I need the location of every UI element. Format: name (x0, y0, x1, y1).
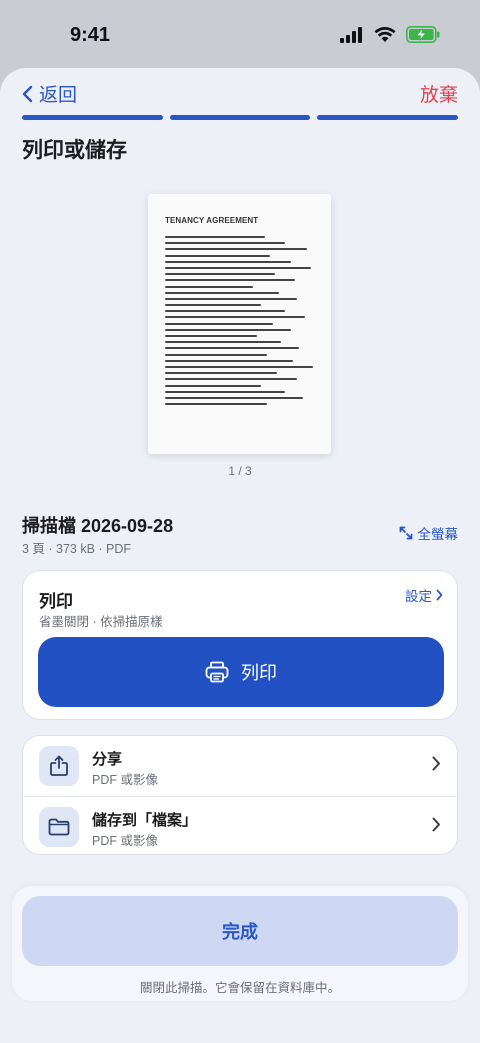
document-text-line (165, 359, 293, 362)
document-text-line (165, 378, 297, 381)
save-to-files-row[interactable]: 儲存到「檔案」 PDF 或影像 (23, 796, 457, 856)
printer-icon (205, 661, 229, 683)
print-card-subtitle: 省墨關閉 · 依掃描原樣 (39, 615, 163, 629)
settings-label: 設定 (405, 589, 432, 604)
done-note: 關閉此掃描。它會保留在資料庫中。 (139, 981, 340, 995)
page-indicator: 1 / 3 (228, 464, 252, 478)
bottom-panel: 完成 關閉此掃描。它會保留在資料庫中。 (12, 886, 468, 1001)
print-card: 列印 省墨關閉 · 依掃描原樣 設定 列印 (22, 570, 458, 720)
document-text-line (165, 390, 285, 393)
cellular-signal-icon (340, 26, 362, 43)
expand-icon (399, 526, 412, 540)
document-text-line (165, 279, 295, 282)
document-text-line (165, 396, 303, 399)
document-text-line (165, 266, 311, 269)
file-meta: 3 頁 · 373 kB · PDF (22, 542, 132, 556)
document-text-line (165, 372, 277, 375)
document-text-line (165, 335, 257, 337)
print-settings-button[interactable]: 設定 (405, 585, 443, 605)
fullscreen-label: 全螢幕 (417, 527, 459, 542)
scan-sheet: 返回 放棄 列印或儲存 TENANCY AGREEMENT 1 / 3 掃描檔 … (0, 68, 480, 1043)
document-title: TENANCY AGREEMENT (165, 216, 259, 225)
document-preview[interactable]: TENANCY AGREEMENT (148, 194, 331, 454)
done-button[interactable]: 完成 (22, 896, 458, 966)
print-button[interactable]: 列印 (38, 637, 444, 707)
document-text-line (165, 403, 267, 406)
nav-bar: 返回 放棄 (0, 80, 480, 110)
document-text-line (165, 304, 261, 307)
share-icon-tile (39, 746, 79, 786)
share-title: 分享 (92, 751, 123, 768)
document-text-line (165, 254, 270, 257)
back-button[interactable]: 返回 (22, 80, 77, 107)
document-text-line (165, 260, 291, 263)
step-indicator (169, 115, 311, 120)
document-text-line (165, 291, 279, 294)
share-row[interactable]: 分享 PDF 或影像 (23, 736, 457, 796)
actions-card: 分享 PDF 或影像 儲存到「檔案」 PDF 或影像 (22, 735, 458, 855)
chevron-right-icon (432, 817, 440, 832)
document-text-line (165, 310, 285, 313)
back-label: 返回 (39, 85, 78, 106)
save-to-files-title: 儲存到「檔案」 (92, 812, 198, 829)
wifi-icon (374, 26, 396, 42)
document-text-line (165, 285, 253, 288)
document-text-line (165, 328, 291, 331)
status-time: 9:41 (70, 24, 111, 46)
document-text-line (165, 297, 297, 300)
document-text-line (165, 242, 285, 245)
folder-icon (48, 818, 70, 836)
file-name: 掃描檔 2026-09-28 (22, 516, 174, 536)
fullscreen-button[interactable]: 全螢幕 (399, 523, 459, 543)
document-text-line (165, 347, 299, 350)
battery-charging-icon (406, 26, 440, 43)
share-icon (50, 755, 68, 776)
document-text-line (165, 322, 273, 325)
save-to-files-subtitle: PDF 或影像 (92, 834, 158, 848)
step-indicator (317, 115, 459, 120)
print-card-title: 列印 (39, 592, 73, 611)
document-text-line (165, 248, 307, 251)
chevron-right-icon (436, 589, 443, 601)
status-icons (340, 26, 440, 43)
discard-button[interactable]: 放棄 (420, 80, 458, 107)
document-text-line (165, 341, 281, 344)
share-subtitle: PDF 或影像 (92, 773, 158, 787)
document-text-lines (165, 236, 313, 409)
step-progress (22, 115, 459, 120)
print-button-label: 列印 (241, 663, 277, 683)
chevron-left-icon (22, 85, 33, 102)
document-text-line (165, 365, 313, 368)
status-bar: 9:41 (0, 0, 480, 70)
step-indicator (22, 115, 163, 120)
folder-icon-tile (39, 807, 79, 847)
document-text-line (165, 273, 275, 276)
document-text-line (165, 384, 261, 387)
chevron-right-icon (432, 756, 440, 771)
document-text-line (165, 236, 265, 238)
document-text-line (165, 316, 305, 319)
page-title: 列印或儲存 (22, 139, 127, 162)
document-text-line (165, 353, 267, 356)
